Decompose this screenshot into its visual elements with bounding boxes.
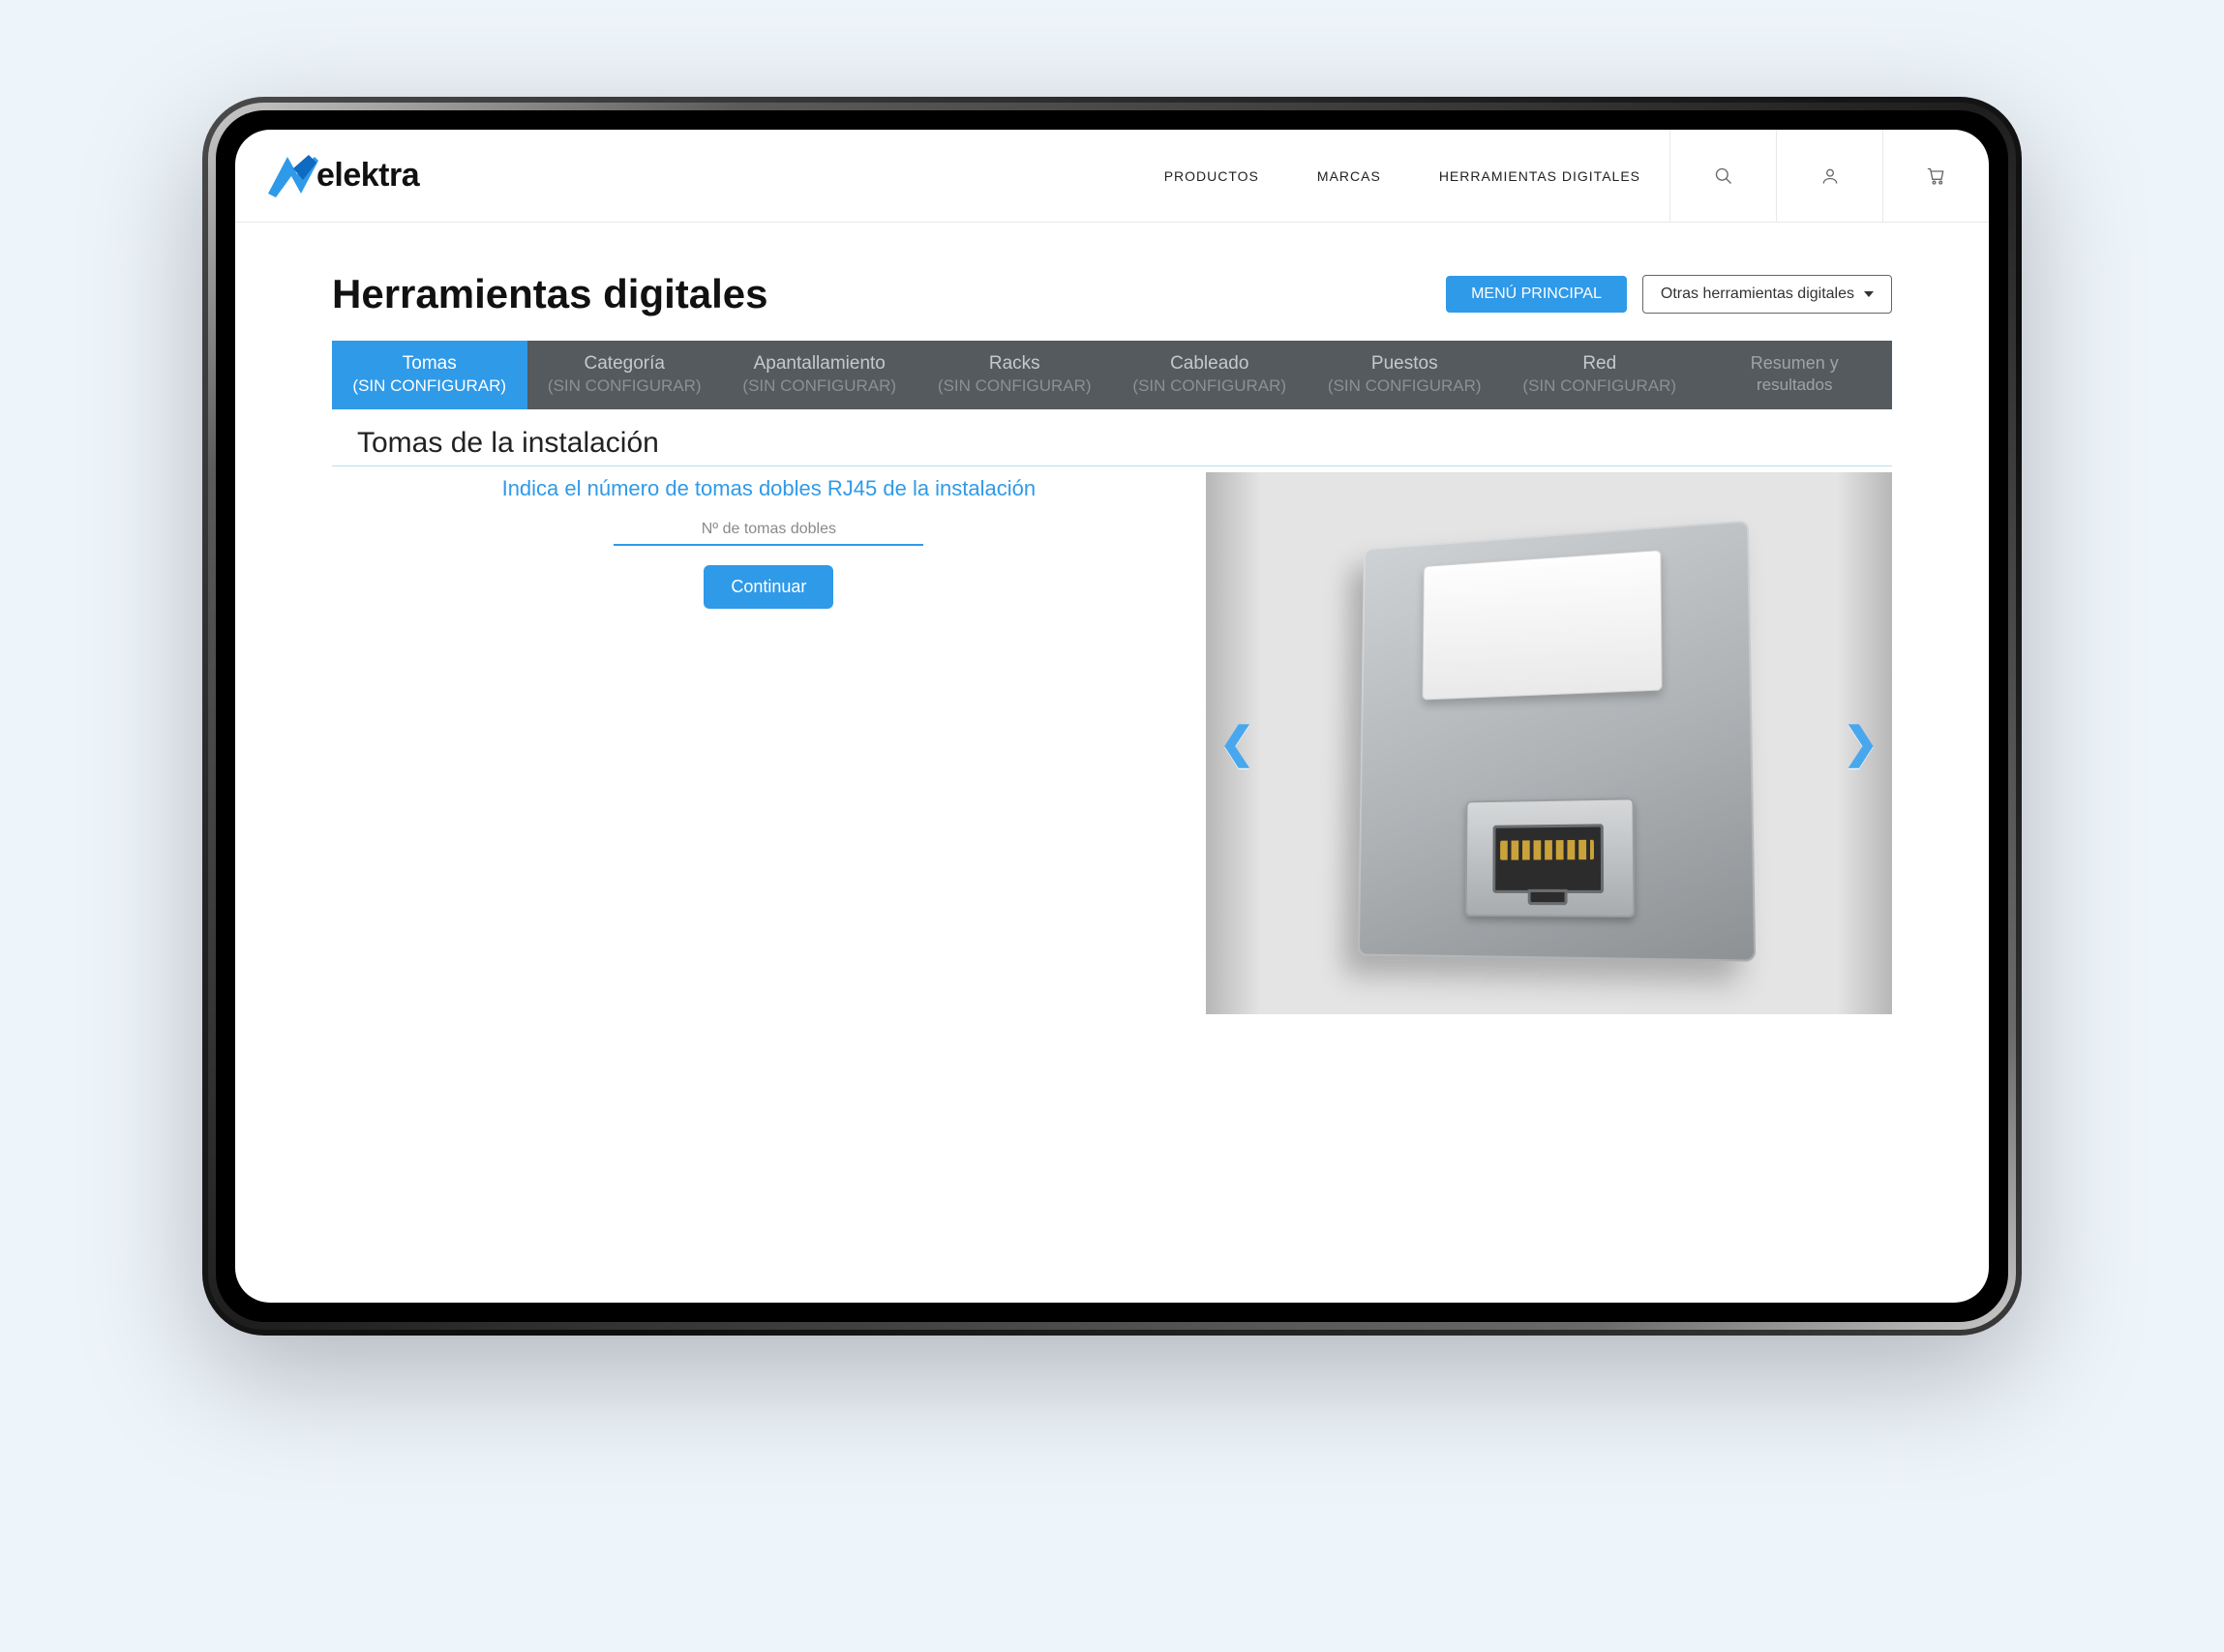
wizard-tab-main: Red bbox=[1506, 352, 1694, 375]
brand-name: elektra bbox=[316, 157, 419, 195]
user-icon bbox=[1820, 166, 1840, 186]
wizard-tab-5[interactable]: Puestos(SIN CONFIGURAR) bbox=[1307, 341, 1503, 409]
page-title: Herramientas digitales bbox=[332, 271, 768, 317]
main-menu-button[interactable]: MENÚ PRINCIPAL bbox=[1446, 276, 1627, 313]
primary-nav: PRODUCTOS MARCAS HERRAMIENTAS DIGITALES bbox=[458, 130, 1669, 222]
page-title-row: Herramientas digitales MENÚ PRINCIPAL Ot… bbox=[332, 271, 1892, 317]
cart-button[interactable] bbox=[1882, 130, 1989, 222]
form-panel: Indica el número de tomas dobles RJ45 de… bbox=[332, 472, 1206, 609]
wizard-tab-main: Apantallamiento bbox=[726, 352, 914, 375]
page-body: Herramientas digitales MENÚ PRINCIPAL Ot… bbox=[235, 223, 1989, 1014]
wizard-tab-sub: resultados bbox=[1701, 375, 1889, 395]
continue-button[interactable]: Continuar bbox=[704, 565, 833, 609]
wizard-tab-sub: (SIN CONFIGURAR) bbox=[1506, 375, 1694, 396]
wizard-tab-main: Tomas bbox=[336, 352, 524, 375]
wizard-tab-sub: (SIN CONFIGURAR) bbox=[531, 375, 719, 396]
wizard-tab-1[interactable]: Categoría(SIN CONFIGURAR) bbox=[527, 341, 723, 409]
product-image-rj45-plate bbox=[1358, 520, 1756, 961]
other-tools-label: Otras herramientas digitales bbox=[1661, 285, 1854, 303]
wizard-tab-sub: (SIN CONFIGURAR) bbox=[1116, 375, 1304, 396]
chevron-down-icon bbox=[1864, 291, 1874, 297]
carousel-next-button[interactable]: ❯ bbox=[1843, 719, 1878, 768]
account-button[interactable] bbox=[1776, 130, 1882, 222]
wizard-tab-main: Categoría bbox=[531, 352, 719, 375]
wizard-tab-6[interactable]: Red(SIN CONFIGURAR) bbox=[1502, 341, 1698, 409]
nav-productos[interactable]: PRODUCTOS bbox=[1164, 168, 1259, 184]
wizard-tabs: Tomas(SIN CONFIGURAR)Categoría(SIN CONFI… bbox=[332, 341, 1892, 409]
wizard-tab-main: Cableado bbox=[1116, 352, 1304, 375]
wizard-tab-3[interactable]: Racks(SIN CONFIGURAR) bbox=[917, 341, 1113, 409]
screen: elektra PRODUCTOS MARCAS HERRAMIENTAS DI… bbox=[235, 130, 1989, 1303]
tomas-dobles-input[interactable] bbox=[614, 515, 923, 546]
wizard-tab-main: Racks bbox=[921, 352, 1109, 375]
form-prompt: Indica el número de tomas dobles RJ45 de… bbox=[332, 476, 1206, 501]
wizard-tab-2[interactable]: Apantallamiento(SIN CONFIGURAR) bbox=[722, 341, 917, 409]
section-heading: Tomas de la instalación bbox=[357, 427, 1892, 460]
nav-marcas[interactable]: MARCAS bbox=[1317, 168, 1381, 184]
carousel-prev-button[interactable]: ❮ bbox=[1219, 719, 1255, 768]
nav-herramientas[interactable]: HERRAMIENTAS DIGITALES bbox=[1439, 168, 1640, 184]
logo-mark-icon bbox=[264, 151, 322, 201]
cart-icon bbox=[1927, 166, 1946, 186]
wizard-tab-sub: (SIN CONFIGURAR) bbox=[726, 375, 914, 396]
product-carousel: ❮ ❯ bbox=[1206, 472, 1892, 1014]
wizard-tab-sub: (SIN CONFIGURAR) bbox=[921, 375, 1109, 396]
wizard-tab-4[interactable]: Cableado(SIN CONFIGURAR) bbox=[1112, 341, 1307, 409]
site-header: elektra PRODUCTOS MARCAS HERRAMIENTAS DI… bbox=[235, 130, 1989, 223]
tablet-frame: elektra PRODUCTOS MARCAS HERRAMIENTAS DI… bbox=[202, 97, 2022, 1336]
wizard-tab-0[interactable]: Tomas(SIN CONFIGURAR) bbox=[332, 341, 527, 409]
search-button[interactable] bbox=[1669, 130, 1776, 222]
wizard-tab-sub: (SIN CONFIGURAR) bbox=[1311, 375, 1499, 396]
wizard-tab-main: Resumen y bbox=[1701, 352, 1889, 375]
search-icon bbox=[1714, 166, 1733, 186]
content-row: Indica el número de tomas dobles RJ45 de… bbox=[332, 472, 1892, 1014]
other-tools-dropdown[interactable]: Otras herramientas digitales bbox=[1642, 275, 1892, 314]
wizard-tab-7[interactable]: Resumen yresultados bbox=[1698, 341, 1893, 409]
wizard-tab-sub: (SIN CONFIGURAR) bbox=[336, 375, 524, 396]
wizard-tab-main: Puestos bbox=[1311, 352, 1499, 375]
brand-logo[interactable]: elektra bbox=[235, 130, 458, 222]
